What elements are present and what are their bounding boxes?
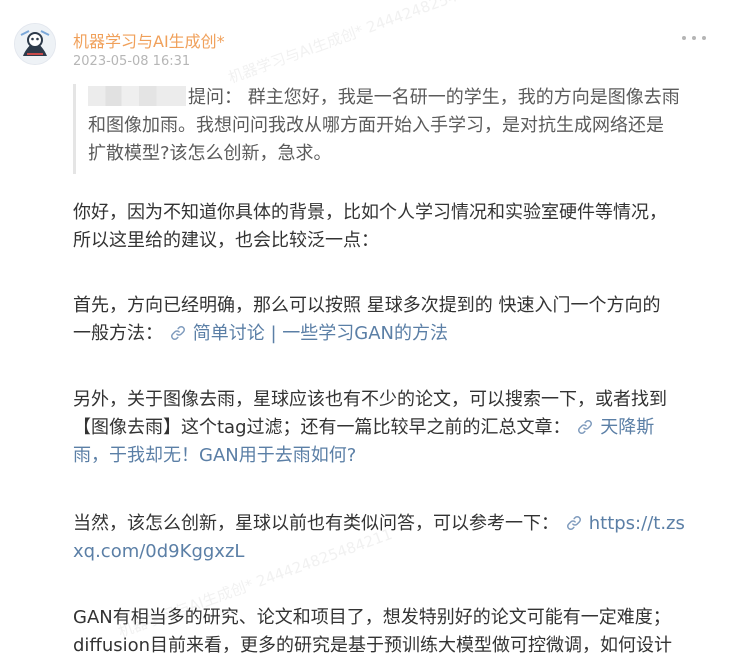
quote-line-3: 扩散模型?该怎么创新，急求。 [88,143,332,164]
quote-line-1: 提问： 群主您好，我是一名研一的学生，我的方向是图像去雨 [88,84,713,112]
chain-link-icon [566,516,581,530]
answer-paragraph-5: GAN有相当多的研究、论文和项目了，想发特别好的论文可能有一定难度； diffu… [73,607,673,656]
post-timestamp: 2023-05-08 16:31 [73,54,191,69]
answer-paragraph-3: 另外，关于图像去雨，星球应该也有不少的论文，可以搜索一下，或者找到 【图像去雨】… [73,389,667,466]
link-gan-deraining-article[interactable]: 天降斯 [576,417,654,438]
answer-paragraph-2: 首先，方向已经明确，那么可以按照 星球多次提到的 快速入门一个方向的 一般方法：… [73,295,661,344]
chain-link-icon [170,326,185,340]
quote-line-2: 和图像加雨。我想问问我改从哪方面开始入手学习，是对抗生成网络还是 [88,115,664,136]
author-avatar[interactable] [14,23,56,65]
redacted-username [88,86,186,106]
more-options-button[interactable] [681,30,707,46]
link-qa-url-cont[interactable]: xq.com/0d9KggxzL [73,541,244,562]
watermark: 机器学习与AI生成创* 244424825484211 [225,0,505,88]
chain-link-icon [578,420,593,434]
avatar-image [15,24,55,64]
post-card: 机器学习与AI生成创* 2023-05-08 16:31 提问： 群主您好，我是… [0,0,749,662]
author-name[interactable]: 机器学习与AI生成创* [73,28,225,52]
answer-paragraph-1: 你好，因为不知道你具体的背景，比如个人学习情况和实验室硬件等情况， 所以这里给的… [73,202,667,251]
quoted-question: 提问： 群主您好，我是一名研一的学生，我的方向是图像去雨 和图像加雨。我想问问我… [73,84,713,174]
link-gan-learning-methods[interactable]: 简单讨论 | 一些学习GAN的方法 [169,323,448,344]
more-dots-icon [682,36,686,40]
link-qa-url[interactable]: https://t.zs [565,513,685,534]
link-gan-deraining-article-cont[interactable]: 雨，于我却无！GAN用于去雨如何? [73,445,356,466]
answer-paragraph-4: 当然，该怎么创新，星球以前也有类似问答，可以参考一下： https://t.zs… [73,513,685,562]
